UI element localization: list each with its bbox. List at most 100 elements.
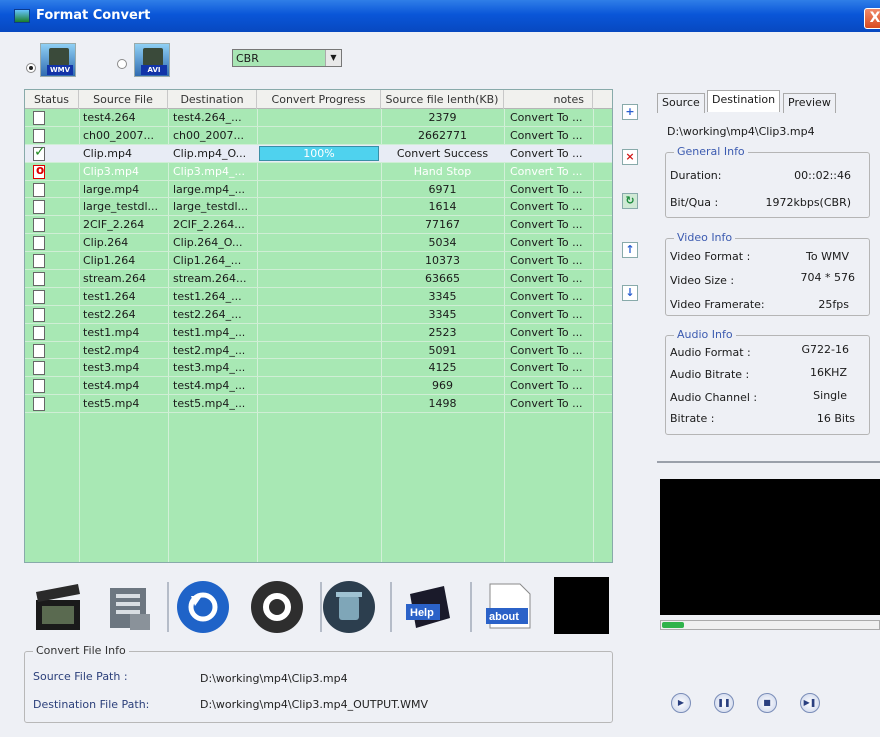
- notes-cell: Convert To ...: [510, 254, 583, 268]
- table-row[interactable]: 2CIF_2.264 2CIF_2.264... 77167 Convert To .…: [25, 216, 612, 235]
- source-file-cell: large_testdl...: [83, 200, 159, 214]
- size-cell: 1614: [428, 200, 457, 214]
- tab-destination[interactable]: Destination: [707, 90, 781, 112]
- wmv-label: WMV: [47, 65, 73, 75]
- audio-bits-label: Bitrate :: [670, 412, 715, 425]
- col-convert-progress[interactable]: Convert Progress: [257, 90, 381, 109]
- document-icon: [33, 236, 45, 251]
- bitqua-label: Bit/Qua :: [670, 196, 719, 209]
- move-down-icon[interactable]: ↓: [622, 285, 638, 301]
- close-button[interactable]: X: [864, 8, 880, 29]
- general-info-group: General Info Duration: 00::02::46 Bit/Qu…: [665, 145, 870, 218]
- table-row[interactable]: ch00_2007... ch00_2007... 2662771 Convert T…: [25, 127, 612, 145]
- title-bar: Format Convert X: [0, 0, 880, 32]
- source-file-cell: test5.mp4: [83, 397, 140, 411]
- table-row[interactable]: test4.mp4 test4.mp4_... 969 Convert To ...: [25, 377, 612, 396]
- file-path: D:\working\mp4\Clip3.mp4: [667, 125, 815, 138]
- notes-cell: Convert To ...: [510, 272, 583, 286]
- document-icon: [33, 343, 45, 358]
- source-file-cell: test4.mp4: [83, 379, 140, 393]
- chevron-down-icon[interactable]: ▼: [325, 50, 341, 66]
- document-icon: [33, 272, 45, 287]
- destination-cell: test2.mp4_...: [173, 343, 246, 357]
- source-file-cell: test4.264: [83, 111, 136, 124]
- table-row[interactable]: test2.264 test2.264_... 3345 Convert To ...: [25, 306, 612, 324]
- size-cell: 969: [432, 379, 453, 393]
- table-row[interactable]: stream.264 stream.264... 63665 Convert To .…: [25, 270, 612, 288]
- trash-icon[interactable]: [320, 578, 378, 636]
- window-title: Format Convert: [36, 8, 151, 23]
- remove-icon[interactable]: ×: [622, 149, 638, 165]
- table-row[interactable]: Clip1.264 Clip1.264_... 10373 Convert To ..…: [25, 252, 612, 271]
- table-row[interactable]: test4.264 test4.264_... 2379 Convert To ...: [25, 109, 612, 127]
- wmv-format-icon[interactable]: WMV: [40, 43, 76, 77]
- clapperboard-icon[interactable]: [28, 578, 86, 636]
- notes-cell: Convert To ...: [510, 397, 583, 411]
- seek-slider[interactable]: [660, 620, 880, 630]
- convert-file-info: Convert File Info Source File Path : D:\…: [24, 644, 613, 723]
- table-row[interactable]: test2.mp4 test2.mp4_... 5091 Convert To ...: [25, 342, 612, 360]
- import-icon[interactable]: ↻: [622, 193, 638, 209]
- table-row[interactable]: large.mp4 large.mp4_... 6971 Convert To ...: [25, 181, 612, 199]
- source-file-cell: stream.264: [83, 272, 147, 286]
- bitrate-mode-select[interactable]: CBR ▼: [232, 49, 342, 67]
- col-source-length[interactable]: Source file lenth(KB): [381, 90, 504, 109]
- audio-channel-value: Single: [813, 389, 847, 402]
- stop-icon[interactable]: ■: [757, 693, 777, 713]
- destination-cell: ch00_2007...: [173, 128, 245, 142]
- destination-cell: Clip3.mp4_...: [173, 164, 245, 178]
- source-file-cell: test2.264: [83, 307, 136, 321]
- stop-icon[interactable]: [248, 578, 306, 636]
- table-row[interactable]: large_testdl... large_testdl... 1614 Conver…: [25, 198, 612, 217]
- dest-path-label: Destination File Path:: [33, 698, 150, 711]
- help-book-icon[interactable]: Help: [400, 578, 458, 636]
- convert-info-legend: Convert File Info: [33, 644, 129, 657]
- avi-radio[interactable]: [117, 59, 127, 69]
- size-cell: Hand Stop: [413, 164, 472, 178]
- film-settings-icon[interactable]: [100, 578, 158, 636]
- col-status[interactable]: Status: [25, 90, 79, 109]
- tab-source[interactable]: Source: [657, 93, 705, 113]
- table-row[interactable]: Clip.264 Clip.264_O... 5034 Convert To ...: [25, 234, 612, 253]
- wmv-radio[interactable]: [26, 63, 36, 73]
- document-icon: [33, 254, 45, 269]
- avi-format-icon[interactable]: AVI: [134, 43, 170, 77]
- table-row[interactable]: test1.mp4 test1.mp4_... 2523 Convert To ...: [25, 324, 612, 342]
- refresh-icon[interactable]: [174, 578, 232, 636]
- audio-bitrate-value: 16KHZ: [809, 366, 847, 379]
- move-up-icon[interactable]: ↑: [622, 242, 638, 258]
- add-icon[interactable]: +: [622, 104, 638, 120]
- notes-cell: Convert To ...: [510, 361, 583, 375]
- next-frame-icon[interactable]: ▶❚: [800, 693, 820, 713]
- table-row[interactable]: Clip.mp4 Clip.mp4_O... 100% Convert Success…: [25, 144, 612, 163]
- table-row[interactable]: Clip3.mp4 Clip3.mp4_... Hand Stop Convert T…: [25, 163, 612, 181]
- destination-cell: large_testdl...: [173, 200, 249, 214]
- notes-cell: Convert To ...: [510, 218, 583, 232]
- pause-icon[interactable]: ❚❚: [714, 693, 734, 713]
- tab-preview[interactable]: Preview: [783, 93, 836, 113]
- col-source-file[interactable]: Source File: [79, 90, 168, 109]
- document-icon: [33, 128, 45, 143]
- size-cell: 5034: [428, 236, 457, 250]
- document-icon: [33, 307, 45, 322]
- source-file-cell: 2CIF_2.264: [83, 218, 145, 232]
- col-notes[interactable]: notes: [504, 90, 593, 109]
- notes-cell: Convert To ...: [510, 325, 583, 339]
- document-icon: [33, 361, 45, 376]
- source-file-cell: Clip3.mp4: [83, 164, 139, 178]
- notes-cell: Convert To ...: [510, 164, 583, 178]
- audio-info-group: Audio Info Audio Format : G722-16 Audio …: [665, 328, 870, 435]
- table-row[interactable]: test5.mp4 test5.mp4_... 1498 Convert To ...: [25, 395, 612, 414]
- about-icon[interactable]: about: [480, 578, 538, 636]
- size-cell: Convert Success: [396, 146, 489, 160]
- notes-cell: Convert To ...: [510, 289, 583, 303]
- document-icon: [33, 397, 45, 412]
- col-destination[interactable]: Destination: [168, 90, 257, 109]
- notes-cell: Convert To ...: [510, 200, 583, 214]
- table-row[interactable]: test1.264 test1.264_... 3345 Convert To ...: [25, 288, 612, 306]
- notes-cell: Convert To ...: [510, 343, 583, 357]
- size-cell: 10373: [425, 254, 460, 268]
- table-row[interactable]: test3.mp4 test3.mp4_... 4125 Convert To ...: [25, 359, 612, 378]
- app-icon: [14, 9, 30, 23]
- play-icon[interactable]: ▶: [671, 693, 691, 713]
